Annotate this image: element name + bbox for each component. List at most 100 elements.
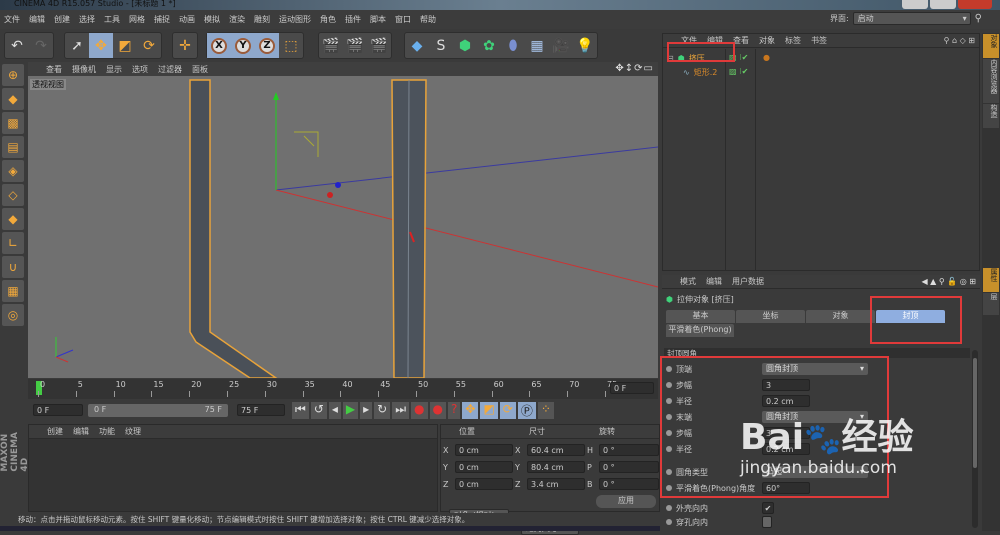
- am-menu-mode[interactable]: 模式: [680, 276, 696, 287]
- mat-menu-texture[interactable]: 纹理: [125, 426, 141, 437]
- vp-menu-display[interactable]: 显示: [106, 64, 122, 75]
- play-icon[interactable]: ▶: [342, 402, 359, 419]
- size-field[interactable]: 60.4 cm: [527, 444, 585, 456]
- camera-icon[interactable]: 🎥: [549, 33, 573, 58]
- menu-mesh[interactable]: 网格: [129, 14, 145, 25]
- tab-content-browser[interactable]: 内容浏览器: [983, 59, 999, 103]
- vp-menu-panel[interactable]: 面板: [192, 64, 208, 75]
- start-frame-field[interactable]: 0 F: [33, 404, 83, 416]
- render-picture-viewer-icon[interactable]: 🎬: [343, 33, 367, 58]
- next-frame-icon[interactable]: ▸: [360, 402, 373, 419]
- coordinate-system-icon[interactable]: ⬚: [279, 33, 303, 58]
- array-icon[interactable]: ✿: [477, 33, 501, 58]
- am-nav-icons[interactable]: ◀ ▲ ⚲ 🔓 ◎ ⊞: [921, 277, 976, 286]
- render-view-icon[interactable]: 🎬: [319, 33, 343, 58]
- spline-pen-icon[interactable]: S: [429, 33, 453, 58]
- menu-simulate[interactable]: 模拟: [204, 14, 220, 25]
- tab-objects[interactable]: 对象: [983, 34, 999, 58]
- autokey-icon[interactable]: ●: [429, 402, 447, 419]
- tag-icon[interactable]: ●: [763, 53, 770, 62]
- viewport[interactable]: 查看 摄像机 显示 选项 过滤器 面板 ✥↕⟳▭ 透视视图: [28, 62, 658, 378]
- om-menu-view[interactable]: 查看: [733, 35, 749, 46]
- axis-mode-icon[interactable]: ∟: [2, 232, 24, 254]
- edges-mode-icon[interactable]: ◇: [2, 184, 24, 206]
- object-row-rectangle[interactable]: ∿ 矩形.2: [683, 67, 717, 78]
- key-rotation-icon[interactable]: ⟳: [499, 402, 516, 419]
- menu-tools[interactable]: 工具: [104, 14, 120, 25]
- om-search-icon[interactable]: ⚲ ⌂ ◇ ⊞: [944, 36, 975, 45]
- tab-basic[interactable]: 基本: [666, 310, 735, 323]
- next-key-icon[interactable]: ↻: [374, 402, 391, 419]
- current-frame-field[interactable]: 0 F: [610, 382, 654, 394]
- polygons-mode-icon[interactable]: ◆: [2, 208, 24, 230]
- vp-menu-camera[interactable]: 摄像机: [72, 64, 96, 75]
- minimize-button[interactable]: [902, 0, 928, 9]
- om-menu-objects[interactable]: 对象: [759, 35, 775, 46]
- menu-mograph[interactable]: 运动图形: [279, 14, 311, 25]
- am-menu-edit[interactable]: 编辑: [706, 276, 722, 287]
- move-tool-icon[interactable]: ✥: [89, 33, 113, 58]
- redo-icon[interactable]: ↷: [29, 33, 53, 58]
- tab-object[interactable]: 对象: [806, 310, 875, 323]
- am-menu-userdata[interactable]: 用户数据: [732, 276, 764, 287]
- prev-key-icon[interactable]: ↺: [310, 402, 327, 419]
- vp-menu-view[interactable]: 查看: [46, 64, 62, 75]
- position-field[interactable]: 0 cm: [455, 461, 513, 473]
- vp-menu-options[interactable]: 选项: [132, 64, 148, 75]
- rotation-field[interactable]: 0 °: [599, 444, 659, 456]
- rotate-tool-icon[interactable]: ⟳: [137, 33, 161, 58]
- size-field[interactable]: 3.4 cm: [527, 478, 585, 490]
- subdivision-icon[interactable]: ⬢: [453, 33, 477, 58]
- x-axis-icon[interactable]: X: [207, 33, 231, 58]
- end-frame-field[interactable]: 75 F: [237, 404, 285, 416]
- cube-icon[interactable]: ◆: [405, 33, 429, 58]
- tab-structure[interactable]: 构造: [983, 104, 999, 128]
- mat-menu-edit[interactable]: 编辑: [73, 426, 89, 437]
- viewport-nav-icons[interactable]: ✥↕⟳▭: [615, 63, 654, 74]
- menu-script[interactable]: 脚本: [370, 14, 386, 25]
- menu-snap[interactable]: 捕捉: [154, 14, 170, 25]
- y-axis-icon[interactable]: Y: [231, 33, 255, 58]
- texture-mode-icon[interactable]: ▩: [2, 112, 24, 134]
- hull-inwards-checkbox[interactable]: ✔: [762, 502, 774, 514]
- tab-layers[interactable]: 层: [983, 293, 999, 315]
- select-tool-icon[interactable]: ➚: [65, 33, 89, 58]
- floor-icon[interactable]: ▦: [525, 33, 549, 58]
- visibility-check[interactable]: ▨ ⁝✔: [729, 67, 748, 76]
- undo-icon[interactable]: ↶: [5, 33, 29, 58]
- apply-button[interactable]: 应用: [596, 495, 656, 508]
- tab-phong[interactable]: 平滑着色(Phong): [666, 324, 734, 337]
- om-menu-bookmarks[interactable]: 书签: [811, 35, 827, 46]
- rotation-field[interactable]: 0 °: [599, 478, 659, 490]
- deformer-icon[interactable]: ⬮: [501, 33, 525, 58]
- magnet-icon[interactable]: ∪: [2, 256, 24, 278]
- close-button[interactable]: [958, 0, 992, 9]
- mat-menu-function[interactable]: 功能: [99, 426, 115, 437]
- key-scale-icon[interactable]: ◩: [480, 402, 498, 419]
- z-axis-icon[interactable]: Z: [255, 33, 279, 58]
- record-icon[interactable]: ●: [411, 402, 428, 419]
- menu-window[interactable]: 窗口: [395, 14, 411, 25]
- position-field[interactable]: 0 cm: [455, 444, 513, 456]
- hole-inwards-checkbox[interactable]: [762, 516, 772, 528]
- timeline[interactable]: 051015202530354045505560657075 0 F: [28, 379, 658, 399]
- mat-menu-create[interactable]: 创建: [47, 426, 63, 437]
- menu-help[interactable]: 帮助: [420, 14, 436, 25]
- menu-render[interactable]: 渲染: [229, 14, 245, 25]
- menu-sculpt[interactable]: 雕刻: [254, 14, 270, 25]
- light-icon[interactable]: 💡: [573, 33, 597, 58]
- menu-plugins[interactable]: 插件: [345, 14, 361, 25]
- live-move-icon[interactable]: ✛: [173, 33, 197, 58]
- tab-attributes[interactable]: 属性: [983, 268, 999, 292]
- key-pla-icon[interactable]: ⁘: [537, 402, 554, 419]
- workplane-icon[interactable]: ▤: [2, 136, 24, 158]
- goto-start-icon[interactable]: ⏮: [292, 402, 309, 419]
- object-name[interactable]: 矩形.2: [694, 67, 718, 78]
- keyframe-selection-icon[interactable]: ?: [448, 402, 461, 419]
- menu-create[interactable]: 创建: [54, 14, 70, 25]
- scale-tool-icon[interactable]: ◩: [113, 33, 137, 58]
- position-field[interactable]: 0 cm: [455, 478, 513, 490]
- goto-end-icon[interactable]: ⏭: [392, 402, 410, 419]
- snap-icon[interactable]: ◎: [2, 304, 24, 326]
- make-editable-icon[interactable]: ⊕: [2, 64, 24, 86]
